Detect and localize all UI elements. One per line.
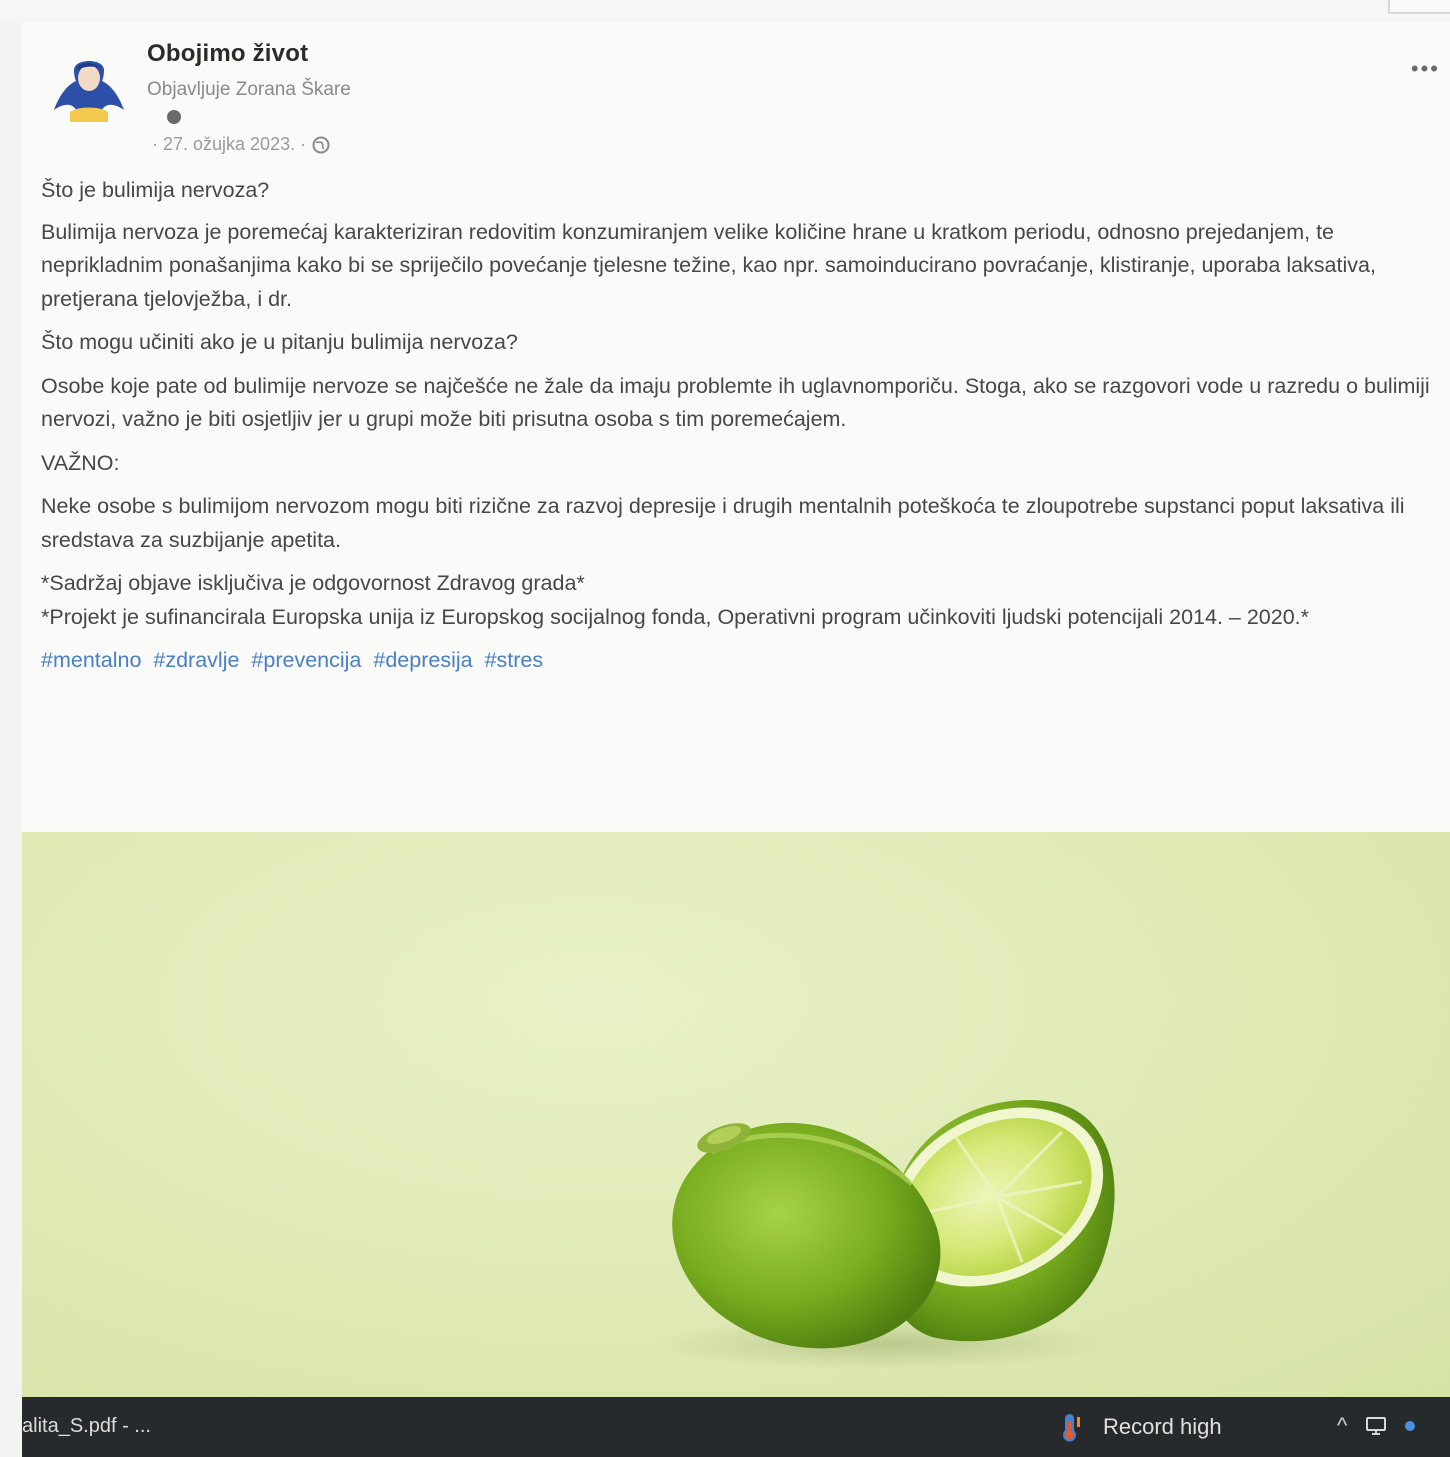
network-icon[interactable] — [1405, 1421, 1416, 1431]
disclaimer-funding: *Projekt je sufinancirala Europska unija… — [41, 604, 1310, 629]
post-body: Što je bulimija nervoza? Bulimija nervoz… — [41, 174, 1441, 678]
more-options-button[interactable]: ••• — [1411, 56, 1440, 82]
globe-icon — [312, 136, 330, 153]
thermometer-icon — [1063, 1414, 1080, 1442]
paragraph-advice: Osobe koje pate od bulimije nervoze se n… — [41, 373, 1430, 432]
hashtag-link[interactable]: #stres — [485, 648, 544, 672]
windows-taskbar: alita_S.pdf - ... Record high ^ — [22, 1397, 1450, 1457]
hashtag-link[interactable]: #zdravlje — [153, 648, 239, 672]
top-strip — [0, 0, 1450, 22]
user-dot-icon — [167, 110, 181, 124]
weather-label: Record high — [1103, 1414, 1222, 1439]
paragraph-risks: Neke osobe s bulimijom nervozom mogu bit… — [41, 494, 1405, 552]
window-corner — [1388, 0, 1450, 14]
chevron-up-icon[interactable]: ^ — [1337, 1413, 1347, 1439]
hashtag-link[interactable]: #depresija — [373, 648, 472, 672]
lime-half-left — [672, 1122, 941, 1349]
heading-what-is: Što je bulimija nervoza? — [41, 178, 270, 202]
disclaimer-content: *Sadržaj objave isključiva je odgovornos… — [41, 571, 585, 595]
hashtag-list: #mentalno #zdravlje #prevencija #depresi… — [41, 644, 1441, 678]
hashtag-link[interactable]: #prevencija — [251, 648, 361, 672]
taskbar-file-item[interactable]: alita_S.pdf - ... — [22, 1415, 151, 1438]
heading-what-can-i-do: Što mogu učiniti ako je u pitanju bulimi… — [41, 330, 518, 354]
post-date-row: · 27. ožujka 2023. · — [152, 134, 330, 155]
page-name[interactable]: Obojimo život — [147, 40, 308, 68]
publisher-label: Objavljuje Zorana Škare — [147, 79, 351, 100]
system-tray: ^ — [1337, 1413, 1416, 1439]
avatar[interactable] — [44, 48, 134, 132]
post-photo[interactable] — [22, 832, 1450, 1397]
facebook-post: Obojimo život Objavljuje Zorana Škare · … — [22, 22, 1450, 1397]
important-label: VAŽNO: — [41, 450, 120, 475]
display-icon[interactable] — [1365, 1415, 1387, 1437]
hashtag-link[interactable]: #mentalno — [41, 648, 141, 672]
post-date[interactable]: · 27. ožujka 2023. · — [152, 134, 306, 155]
lime-illustration — [652, 1099, 1115, 1370]
paragraph-definition: Bulimija nervoza je poremećaj karakteriz… — [41, 219, 1376, 311]
weather-widget[interactable]: Record high — [1057, 1411, 1222, 1443]
